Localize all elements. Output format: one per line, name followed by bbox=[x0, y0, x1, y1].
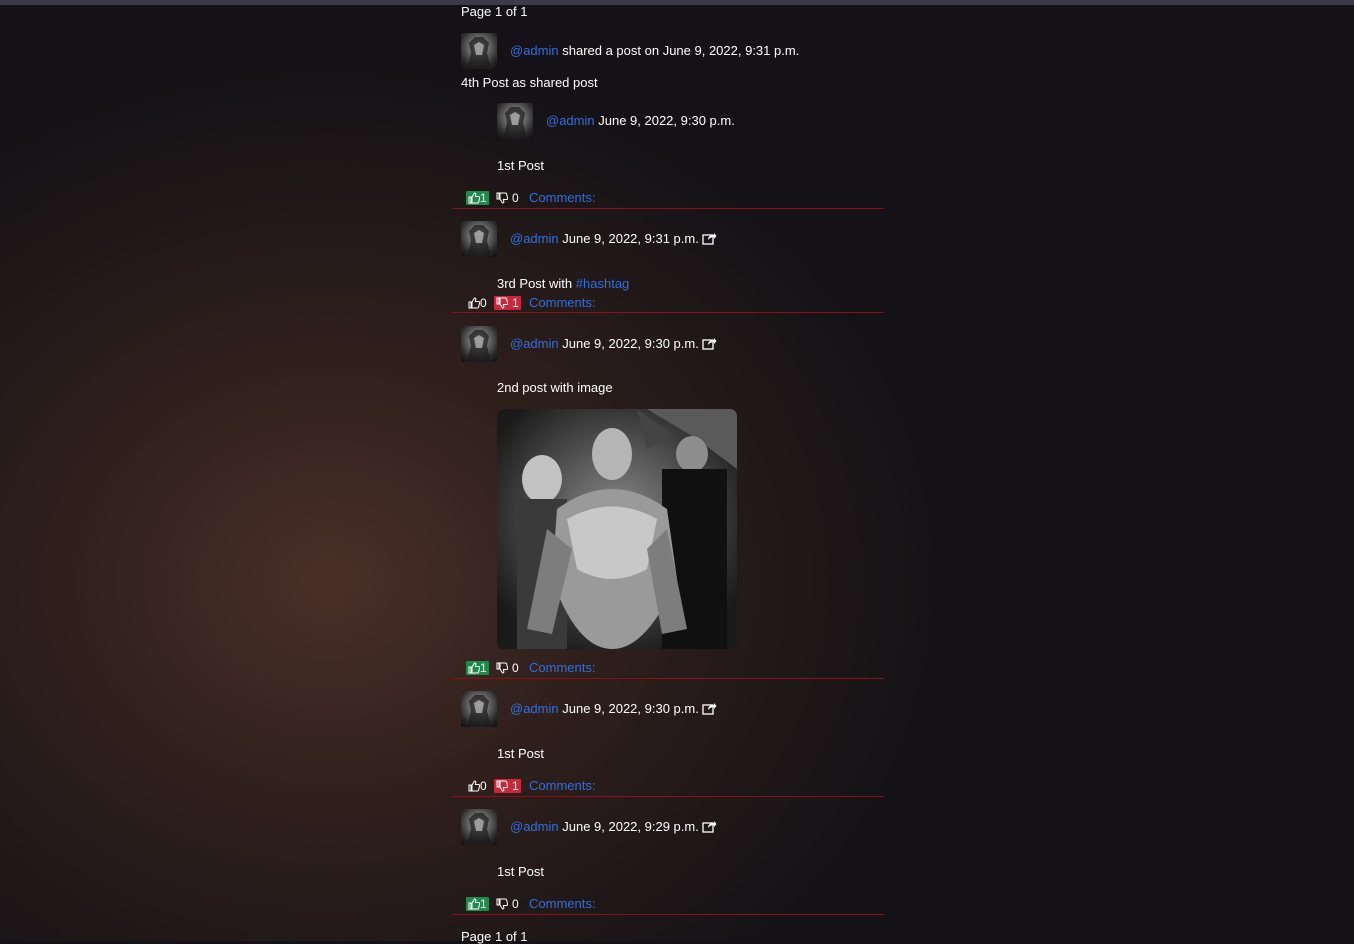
hashtag-link[interactable]: #hashtag bbox=[576, 276, 630, 291]
dislike-count: 0 bbox=[512, 661, 519, 675]
post-divider bbox=[452, 208, 884, 209]
post-date: June 9, 2022, 9:31 p.m. bbox=[562, 231, 699, 246]
dislike-box: 1 bbox=[494, 296, 521, 310]
avatar[interactable] bbox=[461, 809, 497, 845]
like-button[interactable]: 1 bbox=[466, 897, 489, 911]
post-date: June 9, 2022, 9:30 p.m. bbox=[562, 701, 699, 716]
comments-link[interactable]: Comments: bbox=[529, 660, 595, 675]
thumbs-up-icon bbox=[468, 898, 480, 910]
post-date: June 9, 2022, 9:30 p.m. bbox=[562, 336, 699, 351]
dislike-button[interactable]: 1 bbox=[494, 779, 521, 793]
dislike-box: 0 bbox=[494, 191, 521, 205]
like-box: 0 bbox=[466, 779, 489, 793]
original-post-header: @admin June 9, 2022, 9:30 p.m. bbox=[546, 113, 735, 128]
comments-link[interactable]: Comments: bbox=[529, 778, 595, 793]
share-icon[interactable] bbox=[702, 702, 717, 715]
original-post-text: 1st Post bbox=[497, 158, 544, 173]
post-image[interactable] bbox=[497, 409, 737, 649]
author-link[interactable]: @admin bbox=[510, 819, 559, 834]
author-link[interactable]: @admin bbox=[510, 43, 559, 58]
like-box: 1 bbox=[466, 661, 489, 675]
avatar[interactable] bbox=[461, 326, 497, 362]
post-header: @admin June 9, 2022, 9:29 p.m. bbox=[510, 819, 717, 834]
dislike-button[interactable]: 0 bbox=[494, 661, 521, 675]
thumbs-up-icon bbox=[468, 780, 480, 792]
dislike-button[interactable]: 0 bbox=[494, 897, 521, 911]
thumbs-up-icon bbox=[468, 297, 480, 309]
thumbs-down-icon bbox=[496, 780, 508, 792]
post-divider bbox=[452, 678, 884, 679]
like-button[interactable]: 0 bbox=[466, 779, 489, 793]
post-text: 1st Post bbox=[497, 746, 544, 761]
post-text: 1st Post bbox=[497, 864, 544, 879]
post-text-content: 3rd Post with bbox=[497, 276, 573, 291]
dislike-count: 1 bbox=[512, 779, 519, 793]
dislike-count: 0 bbox=[512, 191, 519, 205]
author-link[interactable]: @admin bbox=[546, 113, 595, 128]
thumbs-up-icon bbox=[468, 662, 480, 674]
shared-post-action: shared a post on June 9, 2022, 9:31 p.m. bbox=[562, 43, 800, 58]
comments-link[interactable]: Comments: bbox=[529, 190, 595, 205]
author-link[interactable]: @admin bbox=[510, 231, 559, 246]
dislike-box: 0 bbox=[494, 897, 521, 911]
avatar[interactable] bbox=[497, 103, 533, 139]
like-count: 0 bbox=[480, 296, 487, 310]
thumbs-down-icon bbox=[496, 662, 508, 674]
author-link[interactable]: @admin bbox=[510, 336, 559, 351]
dislike-count: 1 bbox=[512, 296, 519, 310]
pagination-bottom: Page 1 of 1 bbox=[461, 929, 528, 944]
dislike-button[interactable]: 1 bbox=[494, 296, 521, 310]
post-divider bbox=[452, 796, 884, 797]
like-button[interactable]: 1 bbox=[466, 661, 489, 675]
post-date: June 9, 2022, 9:30 p.m. bbox=[598, 113, 735, 128]
like-box: 0 bbox=[466, 296, 489, 310]
thumbs-down-icon bbox=[496, 192, 508, 204]
post-date: June 9, 2022, 9:29 p.m. bbox=[562, 819, 699, 834]
avatar[interactable] bbox=[461, 33, 497, 69]
avatar[interactable] bbox=[461, 221, 497, 257]
thumbs-up-icon bbox=[468, 192, 480, 204]
like-count: 1 bbox=[480, 661, 487, 675]
share-icon[interactable] bbox=[702, 337, 717, 350]
share-icon[interactable] bbox=[702, 820, 717, 833]
post-header: @admin June 9, 2022, 9:30 p.m. bbox=[510, 336, 717, 351]
shared-post-header: @admin shared a post on June 9, 2022, 9:… bbox=[510, 43, 799, 58]
dislike-box: 0 bbox=[494, 661, 521, 675]
shared-post-text: 4th Post as shared post bbox=[461, 75, 598, 90]
like-count: 1 bbox=[480, 191, 487, 205]
post-divider bbox=[452, 914, 884, 915]
dislike-count: 0 bbox=[512, 897, 519, 911]
dislike-button[interactable]: 0 bbox=[494, 191, 521, 205]
like-count: 1 bbox=[480, 897, 487, 911]
like-box: 1 bbox=[466, 897, 489, 911]
like-button[interactable]: 0 bbox=[466, 296, 489, 310]
avatar[interactable] bbox=[461, 691, 497, 727]
post-text: 2nd post with image bbox=[497, 380, 613, 395]
thumbs-down-icon bbox=[496, 898, 508, 910]
post-text: 3rd Post with #hashtag bbox=[497, 276, 629, 291]
post-divider bbox=[452, 312, 884, 313]
author-link[interactable]: @admin bbox=[510, 701, 559, 716]
like-count: 0 bbox=[480, 779, 487, 793]
top-bar bbox=[0, 0, 1354, 5]
like-box: 1 bbox=[466, 191, 489, 205]
share-icon[interactable] bbox=[702, 232, 717, 245]
thumbs-down-icon bbox=[496, 297, 508, 309]
pagination-top: Page 1 of 1 bbox=[461, 4, 528, 19]
post-header: @admin June 9, 2022, 9:30 p.m. bbox=[510, 701, 717, 716]
dislike-box: 1 bbox=[494, 779, 521, 793]
comments-link[interactable]: Comments: bbox=[529, 295, 595, 310]
like-button[interactable]: 1 bbox=[466, 191, 489, 205]
comments-link[interactable]: Comments: bbox=[529, 896, 595, 911]
post-header: @admin June 9, 2022, 9:31 p.m. bbox=[510, 231, 717, 246]
